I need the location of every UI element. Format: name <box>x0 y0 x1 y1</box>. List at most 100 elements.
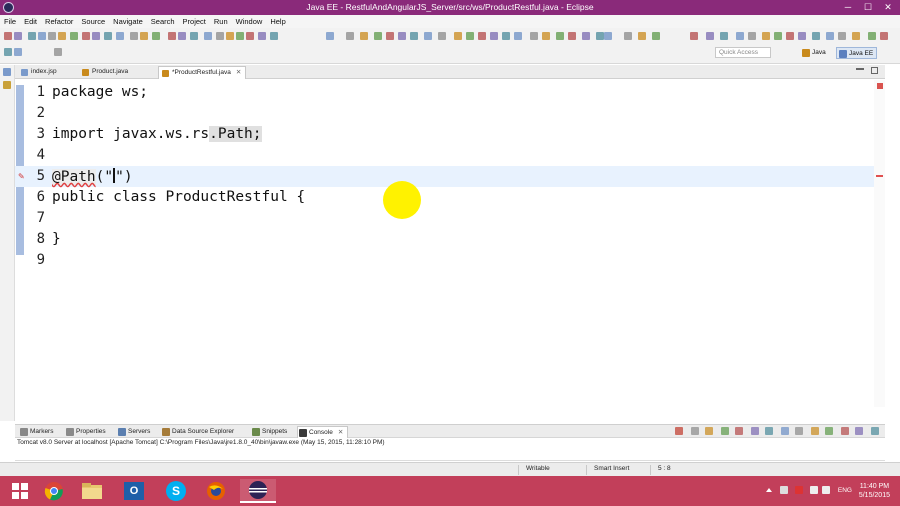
toolbar-button-icon[interactable] <box>226 32 234 40</box>
toolbar-button-icon[interactable] <box>424 32 432 40</box>
toolbar-button-icon[interactable] <box>216 32 224 40</box>
toolbar-button-icon[interactable] <box>4 48 12 56</box>
close-tab-icon[interactable]: ✕ <box>338 429 343 436</box>
maximize-button[interactable]: ☐ <box>858 1 878 13</box>
toolbar-button-icon[interactable] <box>270 32 278 40</box>
tab-console[interactable]: Console ✕ <box>297 426 349 438</box>
menu-source[interactable]: Source <box>77 15 109 26</box>
toolbar-button-icon[interactable] <box>54 48 62 56</box>
toolbar-button-icon[interactable] <box>826 32 834 40</box>
tray-app-icon[interactable] <box>780 486 788 494</box>
menu-refactor[interactable]: Refactor <box>41 15 77 26</box>
start-button[interactable] <box>2 479 38 503</box>
toolbar-button-icon[interactable] <box>168 32 176 40</box>
toolbar-button-icon[interactable] <box>736 32 744 40</box>
show-hidden-icons-icon[interactable] <box>766 488 772 492</box>
tab-data-source-explorer[interactable]: Data Source Explorer <box>161 426 234 438</box>
toolbar-button-icon[interactable] <box>38 32 46 40</box>
tab-product-restful-java[interactable]: *ProductRestful.java ✕ <box>158 66 247 79</box>
toolbar-button-icon[interactable] <box>652 32 660 40</box>
menu-edit[interactable]: Edit <box>20 15 41 26</box>
tab-properties[interactable]: Properties <box>65 426 106 438</box>
console-toolbar-button-icon[interactable] <box>735 427 743 435</box>
taskbar-chrome[interactable] <box>36 479 72 503</box>
console-toolbar-button-icon[interactable] <box>855 427 863 435</box>
toolbar-button-icon[interactable] <box>258 32 266 40</box>
system-clock[interactable]: 11:40 PM 5/15/2015 <box>859 482 890 500</box>
menu-project[interactable]: Project <box>179 15 210 26</box>
toolbar-button-icon[interactable] <box>514 32 522 40</box>
toolbar-button-icon[interactable] <box>246 32 254 40</box>
toolbar-button-icon[interactable] <box>178 32 186 40</box>
toolbar-button-icon[interactable] <box>812 32 820 40</box>
toolbar-button-icon[interactable] <box>720 32 728 40</box>
toolbar-button-icon[interactable] <box>204 32 212 40</box>
maximize-editor-icon[interactable] <box>871 67 878 74</box>
toolbar-button-icon[interactable] <box>346 32 354 40</box>
toolbar-button-icon[interactable] <box>410 32 418 40</box>
toolbar-button-icon[interactable] <box>530 32 538 40</box>
toolbar-button-icon[interactable] <box>4 32 12 40</box>
toolbar-button-icon[interactable] <box>556 32 564 40</box>
toolbar-button-icon[interactable] <box>326 32 334 40</box>
toolbar-button-icon[interactable] <box>374 32 382 40</box>
toolbar-button-icon[interactable] <box>868 32 876 40</box>
toolbar-button-icon[interactable] <box>386 32 394 40</box>
toolbar-button-icon[interactable] <box>454 32 462 40</box>
taskbar-firefox[interactable] <box>198 479 234 503</box>
code-editor[interactable]: 1 package ws; 2 3 import javax.ws.rs.Pat… <box>15 80 885 407</box>
toolbar-button-icon[interactable] <box>14 32 22 40</box>
error-summary-icon[interactable] <box>877 83 883 89</box>
quick-access-input[interactable]: Quick Access <box>715 47 771 58</box>
console-toolbar-button-icon[interactable] <box>765 427 773 435</box>
close-button[interactable]: ✕ <box>878 1 898 13</box>
toolbar-button-icon[interactable] <box>360 32 368 40</box>
menu-run[interactable]: Run <box>210 15 232 26</box>
toolbar-button-icon[interactable] <box>690 32 698 40</box>
console-toolbar-button-icon[interactable] <box>841 427 849 435</box>
toolbar-button-icon[interactable] <box>706 32 714 40</box>
javaee-perspective-button[interactable]: Java EE <box>836 47 878 59</box>
toolbar-button-icon[interactable] <box>748 32 756 40</box>
toolbar-button-icon[interactable] <box>542 32 550 40</box>
restore-icon[interactable] <box>3 68 11 76</box>
menu-file[interactable]: File <box>0 15 20 26</box>
console-toolbar-button-icon[interactable] <box>751 427 759 435</box>
tab-markers[interactable]: Markers <box>19 426 53 438</box>
toolbar-button-icon[interactable] <box>14 48 22 56</box>
toolbar-button-icon[interactable] <box>582 32 590 40</box>
toolbar-button-icon[interactable] <box>236 32 244 40</box>
toolbar-button-icon[interactable] <box>638 32 646 40</box>
toolbar-button-icon[interactable] <box>838 32 846 40</box>
toolbar-button-icon[interactable] <box>438 32 446 40</box>
toolbar-button-icon[interactable] <box>152 32 160 40</box>
toolbar-button-icon[interactable] <box>798 32 806 40</box>
toolbar-button-icon[interactable] <box>58 32 66 40</box>
taskbar-skype[interactable]: S <box>158 479 194 503</box>
volume-icon[interactable] <box>822 486 830 494</box>
toolbar-button-icon[interactable] <box>502 32 510 40</box>
console-output[interactable] <box>15 449 885 461</box>
minimize-editor-icon[interactable] <box>856 68 864 70</box>
console-toolbar-button-icon[interactable] <box>811 427 819 435</box>
toolbar-button-icon[interactable] <box>70 32 78 40</box>
console-toolbar-button-icon[interactable] <box>705 427 713 435</box>
console-toolbar-button-icon[interactable] <box>781 427 789 435</box>
console-toolbar-button-icon[interactable] <box>871 427 879 435</box>
toolbar-button-icon[interactable] <box>880 32 888 40</box>
menu-window[interactable]: Window <box>232 15 267 26</box>
toolbar-button-icon[interactable] <box>140 32 148 40</box>
package-explorer-icon[interactable] <box>3 81 11 89</box>
taskbar-outlook[interactable]: O <box>116 479 152 503</box>
tab-servers[interactable]: Servers <box>117 426 150 438</box>
error-ruler-mark[interactable] <box>876 175 883 177</box>
console-toolbar-button-icon[interactable] <box>675 427 683 435</box>
toolbar-button-icon[interactable] <box>104 32 112 40</box>
toolbar-button-icon[interactable] <box>116 32 124 40</box>
toolbar-button-icon[interactable] <box>28 32 36 40</box>
toolbar-button-icon[interactable] <box>398 32 406 40</box>
toolbar-button-icon[interactable] <box>48 32 56 40</box>
console-toolbar-button-icon[interactable] <box>691 427 699 435</box>
menu-navigate[interactable]: Navigate <box>109 15 147 26</box>
toolbar-button-icon[interactable] <box>604 32 612 40</box>
